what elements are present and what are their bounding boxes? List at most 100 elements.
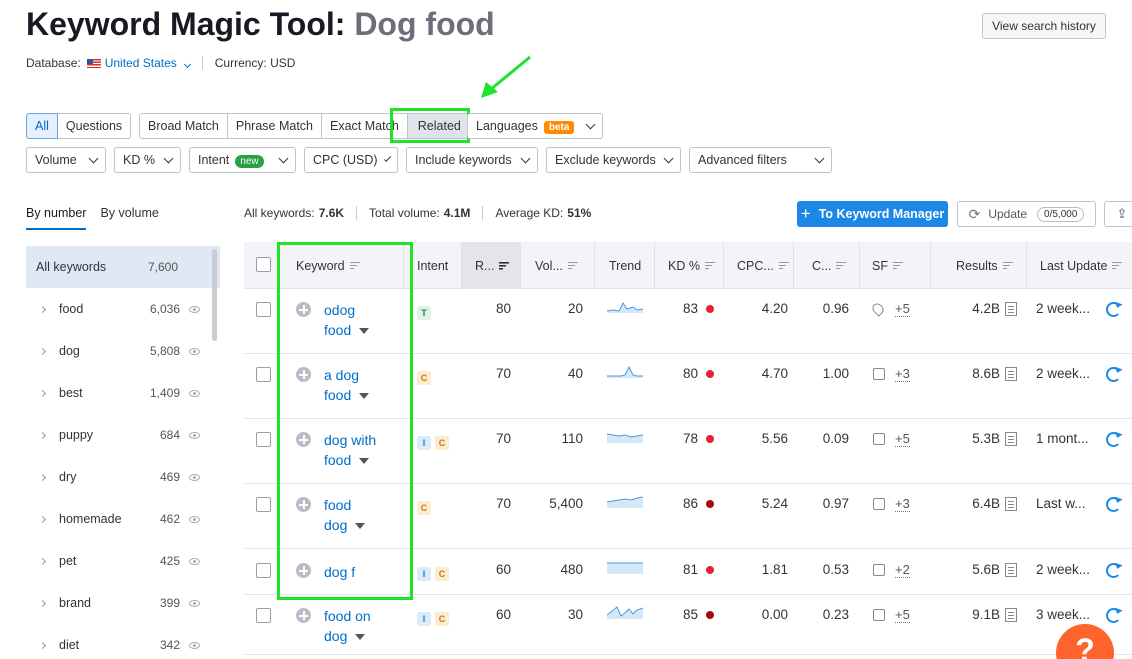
intent-filter[interactable]: Intent new (189, 147, 296, 173)
sidebar-item[interactable]: diet 342 (26, 624, 220, 659)
serp-snapshot-icon[interactable] (1005, 432, 1017, 447)
sidebar-item-count: 425 (159, 554, 180, 568)
sidebar-scrollbar[interactable] (212, 249, 217, 341)
last-update-value: 3 week... (1036, 607, 1091, 622)
tab-broad-match[interactable]: Broad Match (139, 113, 228, 139)
select-all-checkbox[interactable] (256, 257, 271, 272)
serp-snapshot-icon[interactable] (1005, 608, 1017, 623)
plus-icon: + (800, 204, 811, 223)
add-to-list-icon[interactable] (296, 608, 311, 623)
refresh-icon[interactable] (1106, 302, 1121, 317)
eye-icon[interactable] (189, 431, 200, 439)
row-checkbox[interactable] (256, 608, 271, 623)
kd-filter[interactable]: KD % (114, 147, 181, 173)
serp-snapshot-icon[interactable] (1005, 563, 1017, 578)
serp-features-cell[interactable]: +5 (873, 431, 910, 447)
sidebar-item-count: 7,600 (147, 260, 178, 274)
chevron-down-icon (814, 153, 825, 163)
eye-icon[interactable] (189, 557, 200, 565)
col-last-update[interactable]: Last Update (1027, 242, 1132, 289)
eye-icon[interactable] (189, 389, 200, 397)
sidebar-item[interactable]: best 1,409 (26, 372, 220, 414)
col-serp-features[interactable]: SF (860, 242, 931, 289)
results-value: 4.2B (931, 301, 1017, 317)
row-checkbox[interactable] (256, 367, 271, 382)
row-checkbox[interactable] (256, 497, 271, 512)
include-keywords-filter[interactable]: Include keywords (406, 147, 538, 173)
sidebar-item-label: dog (59, 344, 80, 358)
difficulty-dot-icon (706, 435, 714, 444)
serp-snapshot-icon[interactable] (1005, 367, 1017, 382)
languages-dropdown[interactable]: Languages beta (467, 113, 603, 139)
serp-features-cell[interactable]: +2 (873, 562, 910, 578)
exclude-keywords-filter[interactable]: Exclude keywords (546, 147, 681, 173)
chevron-right-icon (38, 473, 47, 481)
refresh-icon[interactable] (1106, 497, 1121, 512)
row-checkbox[interactable] (256, 302, 271, 317)
cpc-value: 5.24 (761, 496, 788, 511)
col-position[interactable]: R... (462, 242, 521, 289)
refresh-icon[interactable] (1106, 367, 1121, 382)
kd-value: 78 (655, 431, 714, 446)
eye-icon[interactable] (189, 473, 200, 481)
intent-badge: C (435, 567, 449, 581)
sidebar-item-count: 684 (159, 428, 180, 442)
serp-snapshot-icon[interactable] (1005, 497, 1017, 512)
eye-icon[interactable] (189, 599, 200, 607)
sidebar-item[interactable]: homemade 462 (26, 498, 220, 540)
export-icon: ⇪ (1116, 206, 1128, 221)
database-select[interactable]: United States (105, 56, 191, 70)
sidebar-item[interactable]: dry 469 (26, 456, 220, 498)
volume-filter[interactable]: Volume (26, 147, 106, 173)
tab-by-volume[interactable]: By volume (100, 206, 158, 230)
chevron-right-icon (38, 305, 47, 313)
tab-questions[interactable]: Questions (57, 113, 132, 139)
col-kd[interactable]: KD % (655, 242, 724, 289)
sidebar-item-all-keywords[interactable]: All keywords 7,600 (26, 246, 220, 288)
serp-snapshot-icon[interactable] (1005, 302, 1017, 317)
competition-value: 0.53 (822, 562, 849, 577)
col-cpc[interactable]: CPC... (724, 242, 794, 289)
sidebar-item[interactable]: pet 425 (26, 540, 220, 582)
serp-features-cell[interactable]: +3 (873, 366, 910, 382)
sidebar-item-count: 342 (159, 638, 180, 652)
keyword-link[interactable]: food on dog (324, 606, 371, 646)
new-badge: new (235, 155, 264, 168)
eye-icon[interactable] (189, 347, 200, 355)
sidebar-item[interactable]: food 6,036 (26, 288, 220, 330)
row-checkbox[interactable] (256, 432, 271, 447)
image-icon (873, 433, 885, 446)
to-keyword-manager-button[interactable]: + To Keyword Manager (797, 201, 948, 227)
sidebar-item[interactable]: dog 5,808 (26, 330, 220, 372)
col-trend[interactable]: Trend (595, 242, 655, 289)
refresh-icon[interactable] (1106, 563, 1121, 578)
tab-phrase-match[interactable]: Phrase Match (227, 113, 322, 139)
eye-icon[interactable] (189, 515, 200, 523)
advanced-filters[interactable]: Advanced filters (689, 147, 832, 173)
highlight-keyword-column (277, 242, 413, 600)
tab-all[interactable]: All (26, 113, 58, 139)
serp-features-cell[interactable]: +3 (873, 496, 910, 512)
intent-cell: IC (417, 434, 453, 450)
col-competition[interactable]: C... (794, 242, 860, 289)
volume-value: 40 (567, 366, 583, 381)
refresh-icon[interactable] (1106, 608, 1121, 623)
update-button[interactable]: ⟳ Update 0/5,000 (957, 201, 1096, 227)
serp-features-cell[interactable]: +5 (870, 301, 910, 318)
col-results[interactable]: Results (931, 242, 1027, 289)
sidebar-item[interactable]: puppy 684 (26, 414, 220, 456)
tab-by-number[interactable]: By number (26, 206, 87, 230)
image-icon (873, 564, 885, 577)
caret-down-icon[interactable] (355, 634, 366, 641)
eye-icon[interactable] (189, 305, 200, 313)
col-volume[interactable]: Vol... (521, 242, 595, 289)
volume-value: 30 (567, 607, 583, 622)
eye-icon[interactable] (189, 641, 200, 649)
row-checkbox[interactable] (256, 563, 271, 578)
view-search-history-button[interactable]: View search history (982, 13, 1106, 39)
sidebar-item[interactable]: brand 399 (26, 582, 220, 624)
export-button[interactable]: ⇪ (1104, 201, 1132, 227)
cpc-filter[interactable]: CPC (USD) (304, 147, 398, 173)
refresh-icon[interactable] (1106, 432, 1121, 447)
serp-features-cell[interactable]: +5 (873, 607, 910, 623)
